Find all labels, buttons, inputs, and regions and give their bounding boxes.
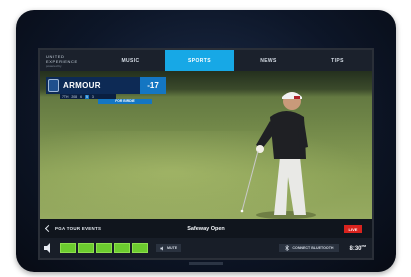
clock-time: 8:30 bbox=[349, 246, 362, 252]
bluetooth-icon bbox=[285, 245, 290, 251]
player-score: -17 bbox=[140, 77, 166, 94]
scorebug-main: ARMOUR -17 bbox=[46, 77, 166, 94]
bluetooth-label: CONNECT BLUETOOTH bbox=[292, 246, 334, 250]
tablet-device: UNITED EXPERIENCE powered by MUSIC SPORT… bbox=[16, 10, 396, 272]
pga-tour-logo-icon bbox=[48, 79, 59, 92]
event-info-bar: PGA TOUR EVENTS Safeway Open LIVE bbox=[40, 219, 372, 238]
back-to-events-button[interactable]: PGA TOUR EVENTS bbox=[44, 224, 102, 233]
screen-mount bbox=[189, 262, 223, 265]
seatback-screen: UNITED EXPERIENCE powered by MUSIC SPORT… bbox=[38, 48, 374, 260]
tab-tips[interactable]: TIPS bbox=[303, 50, 372, 71]
stat-yards: 208 bbox=[71, 94, 78, 99]
volume-step[interactable] bbox=[96, 243, 112, 253]
volume-step[interactable] bbox=[114, 243, 130, 253]
shot-context-label: FOR BIRDIE bbox=[98, 99, 152, 104]
speaker-icon bbox=[44, 243, 50, 253]
chevron-left-icon bbox=[44, 224, 53, 233]
stat-position: 7TH bbox=[62, 94, 69, 99]
stat-shot: 5 bbox=[84, 94, 89, 99]
live-badge: LIVE bbox=[344, 225, 362, 233]
clock-suffix: PM bbox=[361, 244, 367, 248]
volume-step[interactable] bbox=[78, 243, 94, 253]
tab-news[interactable]: NEWS bbox=[234, 50, 303, 71]
back-label: PGA TOUR EVENTS bbox=[55, 226, 102, 231]
video-player[interactable]: ARMOUR -17 7TH 208 6 5 3 FOR BIRDIE bbox=[40, 71, 372, 219]
tab-sports[interactable]: SPORTS bbox=[165, 50, 234, 71]
clock: 8:30PM bbox=[349, 244, 366, 252]
stat-par: 6 bbox=[80, 94, 82, 99]
scorebug: ARMOUR -17 7TH 208 6 5 3 FOR BIRDIE bbox=[46, 77, 166, 104]
player-name: ARMOUR bbox=[63, 81, 101, 90]
tab-music[interactable]: MUSIC bbox=[96, 50, 165, 71]
volume-control[interactable] bbox=[60, 243, 148, 253]
stat-extra: 3 bbox=[91, 94, 94, 99]
mute-button[interactable]: MUTE bbox=[156, 244, 182, 252]
volume-step[interactable] bbox=[132, 243, 148, 253]
united-logo: UNITED EXPERIENCE powered by bbox=[40, 50, 96, 71]
control-bar: MUTE CONNECT BLUETOOTH 8:30PM bbox=[40, 238, 372, 258]
mute-label: MUTE bbox=[167, 246, 178, 250]
mute-speaker-icon bbox=[160, 245, 163, 251]
golfer-image bbox=[240, 92, 316, 219]
brand-line-3: powered by bbox=[46, 64, 62, 68]
top-navigation: UNITED EXPERIENCE powered by MUSIC SPORT… bbox=[40, 50, 372, 71]
volume-step[interactable] bbox=[60, 243, 76, 253]
connect-bluetooth-button[interactable]: CONNECT BLUETOOTH bbox=[279, 244, 340, 252]
